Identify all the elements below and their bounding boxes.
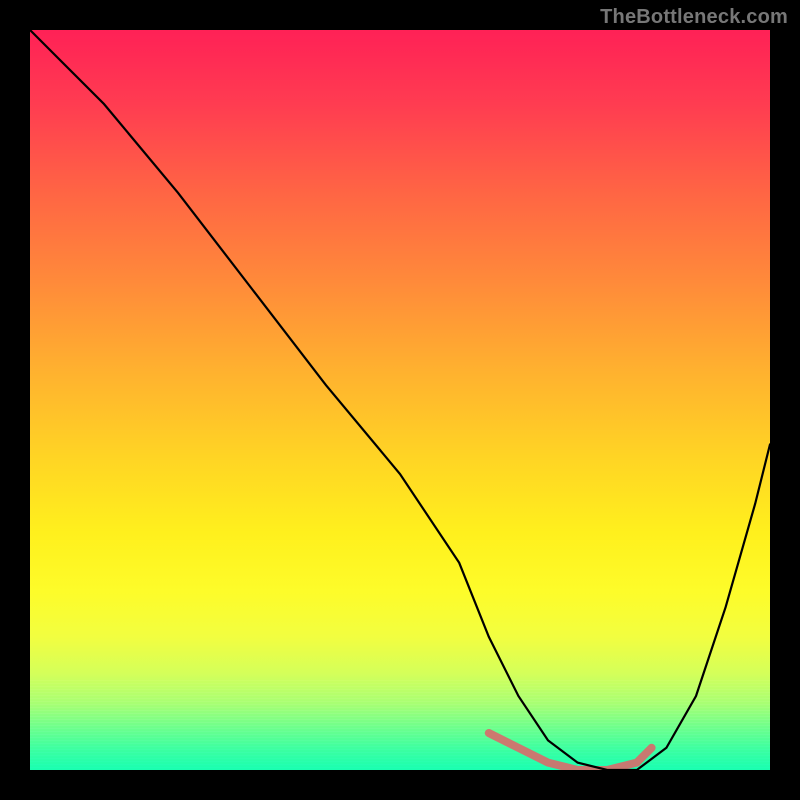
chart-frame: TheBottleneck.com bbox=[0, 0, 800, 800]
curve-svg bbox=[30, 30, 770, 770]
watermark-text: TheBottleneck.com bbox=[600, 6, 788, 29]
plot-area bbox=[30, 30, 770, 770]
valley-highlight-path bbox=[489, 733, 652, 770]
bottleneck-curve-path bbox=[30, 30, 770, 770]
